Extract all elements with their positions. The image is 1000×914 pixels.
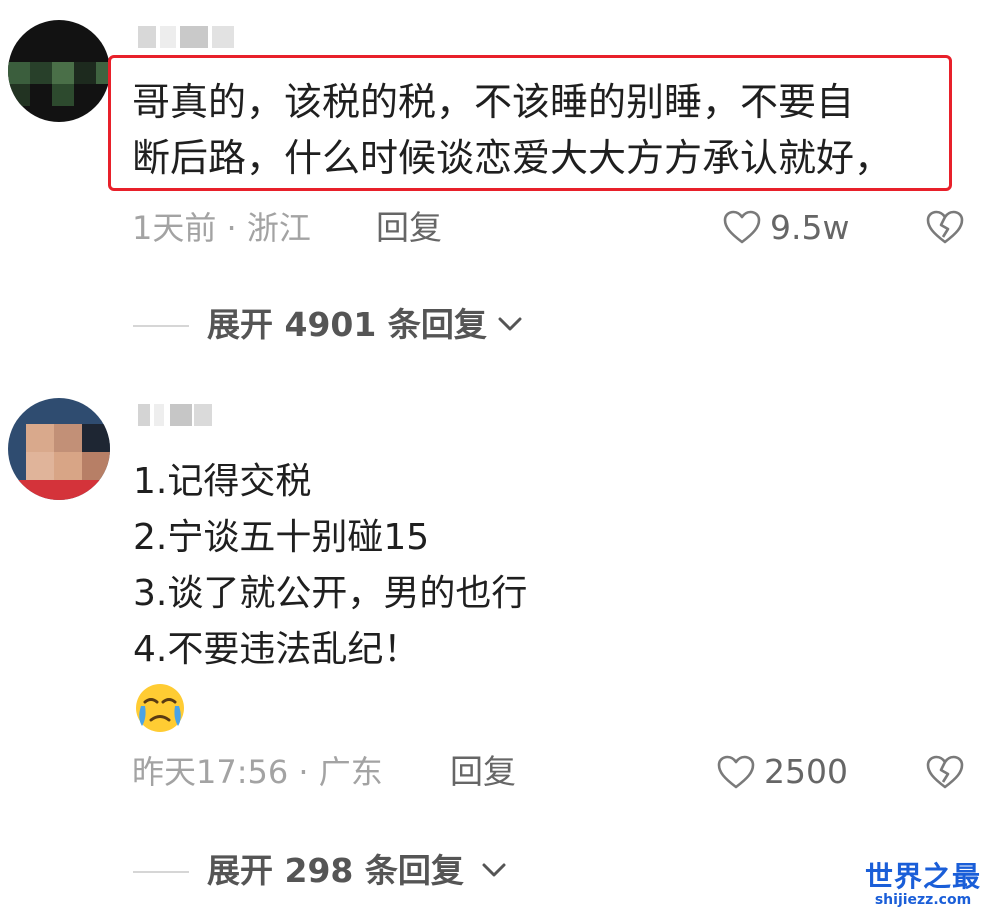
reply-button[interactable]: 回复 [376, 208, 442, 248]
reply-button[interactable]: 回复 [450, 752, 516, 792]
heart-outline-icon[interactable] [722, 209, 762, 249]
comment-text-line: 断后路，什么时候谈恋爱大大方方承认就好， [132, 136, 893, 180]
chevron-down-icon [495, 309, 525, 343]
like-count: 9.5w [770, 208, 850, 247]
comment-time-location: 1天前 · 浙江 [132, 209, 311, 247]
expand-replies-label: 展开 4901 条回复 [207, 305, 487, 344]
comment-time-location: 昨天17:56 · 广东 [132, 753, 383, 791]
broken-heart-icon[interactable] [925, 754, 965, 794]
broken-heart-icon[interactable] [925, 209, 965, 249]
heart-outline-icon[interactable] [716, 754, 756, 794]
comment-text-line: 2.宁谈五十别碰15 [133, 517, 430, 558]
username-blurred[interactable] [138, 26, 238, 48]
avatar[interactable] [8, 398, 110, 500]
username-blurred[interactable] [138, 404, 218, 426]
crying-face-emoji [130, 682, 190, 738]
chevron-down-icon [479, 855, 509, 889]
like-count: 2500 [764, 752, 848, 791]
expand-replies-label: 展开 298 条回复 [207, 851, 464, 890]
expand-divider [133, 325, 189, 327]
expand-divider [133, 871, 189, 873]
avatar[interactable] [8, 20, 110, 122]
watermark-title: 世界之最 [864, 860, 981, 893]
comment-text-line: 3.谈了就公开，男的也行 [133, 573, 528, 614]
comment-item: 哥真的，该税的税，不该睡的别睡，不要自 断后路，什么时候谈恋爱大大方方承认就好，… [0, 0, 1000, 380]
comment-text-line: 4.不要违法乱纪！ [133, 629, 420, 670]
watermark-url: shijiezz.com [874, 892, 972, 908]
comment-item: 1.记得交税 2.宁谈五十别碰15 3.谈了就公开，男的也行 4.不要违法乱纪！… [0, 380, 1000, 914]
comment-text-line: 哥真的，该税的税，不该睡的别睡，不要自 [132, 80, 855, 124]
comment-text-line: 1.记得交税 [133, 461, 312, 502]
site-watermark: 世界之最 shijiezz.com [858, 862, 988, 912]
